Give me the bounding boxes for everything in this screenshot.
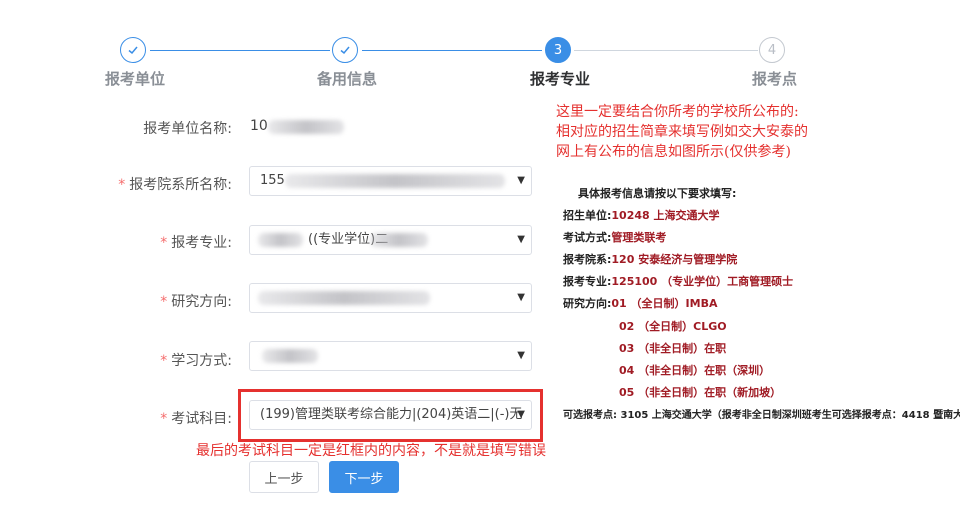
info-row: 03 （非全日制）在职: [619, 340, 726, 356]
step-4-number: 4: [759, 37, 785, 63]
info-row: 05 （非全日制）在职（新加坡）: [619, 384, 781, 400]
info-value: 120 安泰经济与管理学院: [611, 253, 738, 266]
caret-down-icon: ▼: [517, 175, 525, 186]
info-row: 考试方式:管理类联考: [563, 229, 666, 245]
major-redaction-left: [258, 233, 303, 247]
step-2-check-icon: [332, 37, 358, 63]
dept-select-value: 155: [260, 173, 285, 188]
step-connector-1: [150, 50, 330, 51]
top-annotation-line-2: 相对应的招生简章来填写例如交大安泰的: [556, 124, 808, 140]
exam-subjects-label-text: 考试科目:: [171, 411, 232, 427]
dept-redaction: [285, 174, 505, 188]
unit-name-redaction: [268, 120, 344, 134]
info-value: 04 （非全日制）在职（深圳）: [619, 364, 771, 377]
step-3-number: 3: [545, 37, 571, 63]
step-2-label: 备用信息: [317, 70, 378, 88]
caret-down-icon: ▼: [517, 292, 525, 303]
caret-down-icon: ▼: [517, 234, 525, 245]
study-mode-redaction: [262, 349, 318, 363]
info-value: 02 （全日制）CLGO: [619, 320, 727, 333]
unit-name-value: 10: [250, 118, 268, 134]
caret-down-icon: ▼: [517, 350, 525, 361]
unit-name-label: 报考单位名称:: [143, 121, 232, 137]
major-label-text: 报考专业:: [171, 235, 232, 251]
info-key: 研究方向:: [563, 297, 612, 310]
top-annotation: 这里一定要结合你所考的学校所公布的: 相对应的招生简章来填写例如交大安泰的 网上…: [556, 102, 808, 162]
step-connector-2: [362, 50, 542, 51]
required-mark: *: [160, 294, 168, 310]
info-row: 02 （全日制）CLGO: [619, 318, 727, 334]
step-connector-3: [574, 50, 758, 51]
info-row: 研究方向:01 （全日制）IMBA: [563, 295, 717, 311]
required-mark: *: [160, 353, 168, 369]
info-key: 考试方式:: [563, 231, 612, 244]
major-label: * 报考专业:: [160, 232, 232, 252]
major-redaction-right: [370, 233, 428, 247]
info-row: 报考专业:125100 （专业学位）工商管理硕士: [563, 273, 793, 289]
info-value: 管理类联考: [611, 231, 667, 244]
info-value: 125100 （专业学位）工商管理硕士: [611, 275, 794, 288]
study-mode-label-text: 学习方式:: [171, 353, 232, 369]
highlight-box: [238, 389, 543, 442]
step-1-check-icon: [120, 37, 146, 63]
next-step-button[interactable]: 下一步: [329, 461, 399, 493]
unit-name-text: 10: [250, 118, 268, 134]
info-row: 可选报考点: 3105 上海交通大学（报考非全日制深圳班考生可选择报考点：441…: [563, 406, 960, 421]
step-4-label: 报考点: [752, 70, 798, 88]
study-mode-label: * 学习方式:: [160, 350, 232, 370]
dept-name-label: * 报考院系所名称:: [118, 174, 232, 194]
info-key: 报考专业:: [563, 275, 612, 288]
info-row: 04 （非全日制）在职（深圳）: [619, 362, 770, 378]
info-value: 10248 上海交通大学: [611, 209, 720, 222]
required-mark: *: [160, 235, 168, 251]
dept-name-label-text: 报考院系所名称:: [129, 177, 232, 193]
info-value: 03 （非全日制）在职: [619, 342, 727, 355]
top-annotation-line-3: 网上有公布的信息如图所示(仅供参考): [556, 144, 791, 160]
step-3-label: 报考专业: [530, 70, 591, 88]
direction-redaction: [258, 291, 430, 305]
info-value: 05 （非全日制）在职（新加坡）: [619, 386, 782, 399]
direction-label: * 研究方向:: [160, 291, 232, 311]
info-key: 可选报考点:: [563, 410, 617, 421]
info-title: 具体报考信息请按以下要求填写:: [578, 187, 737, 200]
info-row: 招生单位:10248 上海交通大学: [563, 207, 720, 223]
required-mark: *: [160, 411, 168, 427]
top-annotation-line-1: 这里一定要结合你所考的学校所公布的:: [556, 104, 799, 120]
direction-label-text: 研究方向:: [171, 294, 232, 310]
info-row: 报考院系:120 安泰经济与管理学院: [563, 251, 737, 267]
info-value: 3105 上海交通大学（报考非全日制深圳班考生可选择报考点：4418 暨南大学）: [620, 410, 960, 421]
required-mark: *: [118, 177, 126, 193]
info-value: 01 （全日制）IMBA: [611, 297, 718, 310]
bottom-annotation: 最后的考试科目一定是红框内的内容，不是就是填写错误: [196, 443, 546, 459]
prev-step-button[interactable]: 上一步: [249, 461, 319, 493]
step-1-label: 报考单位: [105, 70, 166, 88]
exam-subjects-label: * 考试科目:: [160, 408, 232, 428]
info-key: 招生单位:: [563, 209, 612, 222]
info-key: 报考院系:: [563, 253, 612, 266]
